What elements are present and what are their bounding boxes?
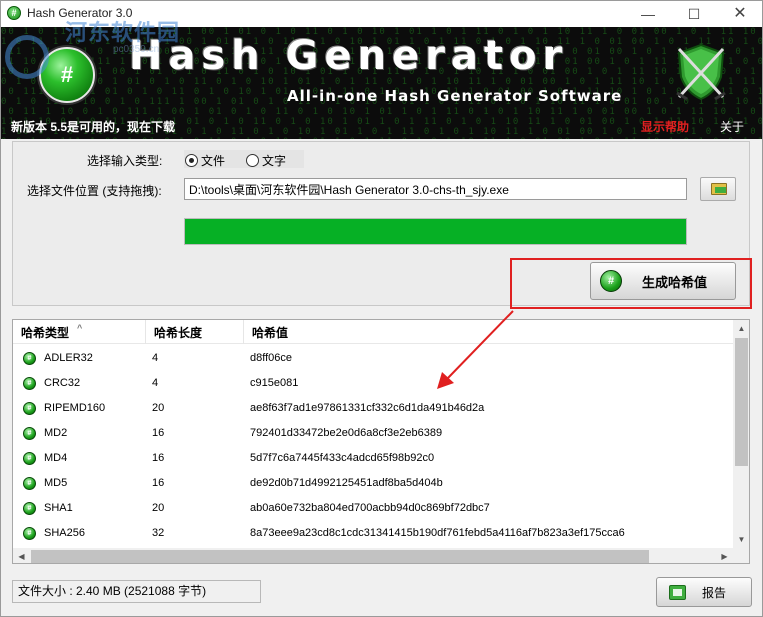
cell-hash-length: 16 — [152, 427, 165, 439]
scroll-right-icon[interactable]: ▶ — [716, 548, 733, 563]
table-row[interactable]: # MD5 16 de92d0b71d4992125451adf8ba5d404b — [13, 471, 733, 496]
file-size-status: 文件大小 : 2.40 MB (2521088 字节) — [12, 580, 261, 603]
table-row[interactable]: # ADLER32 4 d8ff06ce — [13, 346, 733, 371]
radio-text[interactable]: 文字 — [246, 152, 286, 169]
radio-file[interactable]: 文件 — [185, 152, 225, 169]
maximize-button[interactable]: ☐ — [671, 1, 717, 27]
close-button[interactable]: ✕ — [717, 1, 763, 27]
radio-text-dot[interactable] — [246, 154, 259, 167]
table-row[interactable]: # MD2 16 792401d33472be2e0d6a8cf3e2eb6389 — [13, 421, 733, 446]
hash-results-list[interactable]: 哈希类型 ^ 哈希长度 哈希值 # ADLER32 4 d8ff06ce # CRC32 4… — [12, 319, 750, 564]
cell-hash-type: CRC32 — [44, 377, 81, 389]
column-header-type-label: 哈希类型 — [21, 326, 70, 340]
about-link[interactable]: 关于 — [720, 118, 744, 135]
cell-hash-type: MD4 — [44, 452, 68, 464]
hash-row-icon: # — [23, 402, 36, 415]
column-header-value[interactable]: 哈希值 — [244, 320, 733, 344]
update-notice-link[interactable]: 新版本 5.5是可用的，现在下载 — [11, 118, 175, 135]
cell-hash-value: ab0a60e732ba804ed700acbb94d0c869bf72dbc7 — [250, 502, 490, 514]
horizontal-scrollbar[interactable]: ◀ ▶ — [13, 548, 733, 563]
vertical-scroll-thumb[interactable] — [735, 338, 748, 466]
cell-hash-type: RIPEMD160 — [44, 402, 106, 414]
table-row[interactable]: # RIPEMD160 20 ae8f63f7ad1e97861331cf332c6d… — [13, 396, 733, 421]
banner-subtitle: All-in-one Hash Generator Software — [287, 87, 623, 105]
file-path-input[interactable] — [184, 178, 687, 200]
watermark-subtext: pc0359.cn — [113, 44, 160, 55]
cell-hash-length: 4 — [152, 352, 159, 364]
cell-hash-value: d8ff06ce — [250, 352, 293, 364]
hash-row-icon: # — [23, 377, 36, 390]
report-button[interactable]: 报告 — [656, 577, 752, 607]
cell-hash-value: 792401d33472be2e0d6a8cf3e2eb6389 — [250, 427, 443, 439]
cell-hash-value: 8a73eee9a23cd8c1cdc31341415b190df761febd… — [250, 527, 625, 539]
cell-hash-type: SHA1 — [44, 502, 73, 514]
watermark-text: 河东软件园 — [65, 21, 181, 46]
report-button-label: 报告 — [702, 585, 727, 600]
show-help-link[interactable]: 显示帮助 — [641, 118, 689, 135]
table-row[interactable]: # MD4 16 5d7f7c6a7445f433c4adcd65f98b92c0 — [13, 446, 733, 471]
minimize-button[interactable]: — — [625, 1, 671, 27]
annotation-highlight-box — [510, 258, 752, 309]
hash-row-icon: # — [23, 452, 36, 465]
hash-row-icon: # — [23, 527, 36, 540]
report-icon — [669, 584, 686, 600]
hash-row-icon: # — [23, 477, 36, 490]
app-icon: # — [7, 6, 21, 20]
hash-row-icon: # — [23, 352, 36, 365]
cell-hash-value: ae8f63f7ad1e97861331cf332c6d1da491b46d2a — [250, 402, 485, 414]
file-location-label: 选择文件位置 (支持拖拽): — [27, 184, 162, 198]
watermark-logo-icon — [5, 35, 49, 79]
cell-hash-value: c915e081 — [250, 377, 299, 389]
hash-row-icon: # — [23, 502, 36, 515]
column-header-length[interactable]: 哈希长度 — [146, 320, 244, 344]
cell-hash-length: 4 — [152, 377, 159, 389]
browse-button[interactable] — [700, 177, 736, 201]
vertical-scrollbar[interactable]: ▲ ▼ — [733, 320, 749, 548]
shield-swords-icon — [676, 43, 726, 101]
hash-row-icon: # — [23, 427, 36, 440]
input-type-label: 选择输入类型: — [87, 154, 163, 168]
table-row[interactable]: # CRC32 4 c915e081 — [13, 371, 733, 396]
radio-file-dot[interactable] — [185, 154, 198, 167]
table-row[interactable]: # SHA256 32 8a73eee9a23cd8c1cdc31341415b190… — [13, 521, 733, 546]
table-row[interactable]: # SHA1 20 ab0a60e732ba804ed700acbb94d0c869b… — [13, 496, 733, 521]
scroll-corner — [733, 548, 749, 563]
folder-icon — [711, 183, 727, 195]
cell-hash-length: 20 — [152, 402, 165, 414]
column-header-value-label: 哈希值 — [252, 326, 289, 340]
horizontal-scroll-thumb[interactable] — [31, 550, 649, 563]
cell-hash-length: 16 — [152, 452, 165, 464]
radio-text-label: 文字 — [262, 154, 287, 168]
cell-hash-type: ADLER32 — [44, 352, 93, 364]
cell-hash-length: 32 — [152, 527, 165, 539]
banner-title: Hash Generator — [129, 33, 569, 79]
cell-hash-type: MD5 — [44, 477, 68, 489]
column-header-length-label: 哈希长度 — [154, 326, 203, 340]
cell-hash-value: 5d7f7c6a7445f433c4adcd65f98b92c0 — [250, 452, 435, 464]
app-window: # Hash Generator 3.0 — ☐ ✕ 00 1 0 11 1 1… — [0, 0, 763, 617]
scroll-left-icon[interactable]: ◀ — [13, 548, 30, 563]
cell-hash-type: MD2 — [44, 427, 68, 439]
cell-hash-type: SHA256 — [44, 527, 85, 539]
sort-asc-icon: ^ — [77, 323, 83, 333]
cell-hash-value: de92d0b71d4992125451adf8ba5d404b — [250, 477, 443, 489]
list-header: 哈希类型 ^ 哈希长度 哈希值 — [13, 320, 733, 344]
cell-hash-length: 16 — [152, 477, 165, 489]
scroll-down-icon[interactable]: ▼ — [733, 531, 749, 548]
progress-fill — [185, 219, 686, 244]
column-header-type[interactable]: 哈希类型 ^ — [13, 320, 146, 344]
progress-bar — [184, 218, 687, 245]
cell-hash-length: 20 — [152, 502, 165, 514]
scroll-up-icon[interactable]: ▲ — [733, 320, 749, 337]
radio-file-label: 文件 — [201, 154, 226, 168]
